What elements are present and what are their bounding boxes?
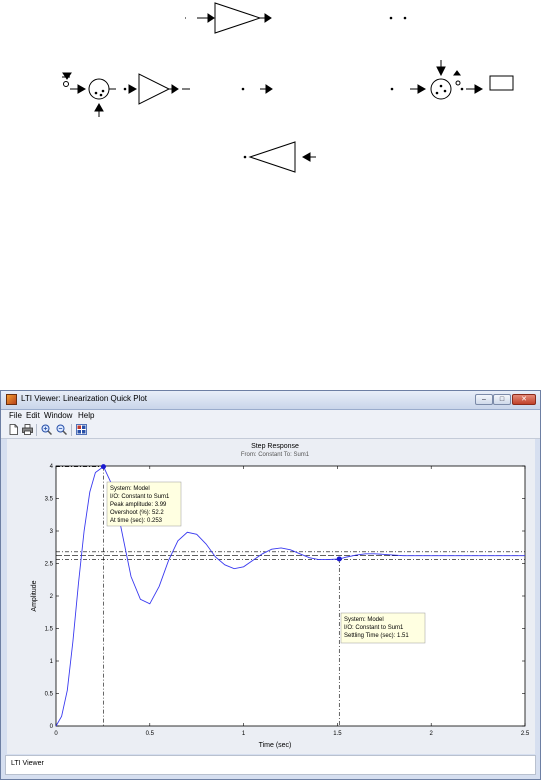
plot-panel: Step Response From: Constant To: Sum1 00… <box>7 439 535 754</box>
menu-bar: File Edit Window Help <box>1 410 540 422</box>
toolbar-separator <box>71 424 72 436</box>
print-icon[interactable] <box>22 424 33 435</box>
x-tick-label: 2.5 <box>521 731 530 737</box>
toolbar <box>1 422 540 439</box>
menu-edit[interactable]: Edit <box>26 411 40 420</box>
scope-block[interactable] <box>489 75 514 91</box>
gain-block-feedback[interactable] <box>248 141 296 173</box>
plot-config-icon[interactable] <box>76 424 87 435</box>
x-tick-label: 1.5 <box>333 731 342 737</box>
matlab-icon <box>6 394 17 405</box>
y-tick-label: 2 <box>50 594 54 600</box>
y-tick-label: 0 <box>50 724 54 730</box>
plot-subtitle: From: Constant To: Sum1 <box>241 452 310 458</box>
y-tick-label: 1.5 <box>45 627 54 633</box>
datatip-peak-overshoot: Overshoot (%): 52.2 <box>110 510 164 516</box>
block-diagram <box>62 2 514 173</box>
datatip-settling-time: Settling Time (sec): 1.51 <box>344 633 409 639</box>
zoom-out-icon[interactable] <box>56 424 67 435</box>
title-bar[interactable]: LTI Viewer: Linearization Quick Plot – □… <box>1 391 540 410</box>
gain-block-mid[interactable] <box>138 73 171 105</box>
toolbar-separator <box>36 424 37 436</box>
menu-window[interactable]: Window <box>44 411 72 420</box>
x-tick-label: 0.5 <box>146 731 155 737</box>
step-response-plot[interactable]: Step Response From: Constant To: Sum1 00… <box>7 439 535 754</box>
y-axis-label: Amplitude <box>31 580 38 611</box>
lti-viewer-window: LTI Viewer: Linearization Quick Plot – □… <box>0 390 541 780</box>
settling-marker <box>336 556 342 562</box>
sum-block-left[interactable] <box>88 78 110 100</box>
datatip-peak-system: System: Model <box>110 486 150 492</box>
maximize-button[interactable]: □ <box>493 394 511 405</box>
datatip-settling-io: I/O: Constant to Sum1 <box>344 625 404 631</box>
sum-block-right[interactable] <box>430 78 452 100</box>
x-tick-label: 1 <box>242 731 246 737</box>
menu-help[interactable]: Help <box>78 411 94 420</box>
datatip-peak-amplitude: Peak amplitude: 3.99 <box>110 502 167 508</box>
zoom-in-icon[interactable] <box>41 424 52 435</box>
close-button[interactable]: ✕ <box>512 394 536 405</box>
datatip-settling-system: System: Model <box>344 617 384 623</box>
y-tick-label: 2.5 <box>45 562 54 568</box>
y-tick-label: 3 <box>50 529 54 535</box>
y-tick-label: 4 <box>50 464 54 470</box>
y-tick-label: 3.5 <box>45 497 54 503</box>
x-tick-label: 2 <box>430 731 434 737</box>
plot-title: Step Response <box>251 443 299 450</box>
peak-marker <box>100 464 106 470</box>
menu-file[interactable]: File <box>9 411 22 420</box>
datatip-peak-time: At time (sec): 0.253 <box>110 518 163 524</box>
y-tick-label: 0.5 <box>45 692 54 698</box>
y-tick-label: 1 <box>50 659 54 665</box>
x-tick-label: 0 <box>54 731 58 737</box>
status-bar: LTI Viewer <box>5 755 536 775</box>
minimize-button[interactable]: – <box>475 394 493 405</box>
window-title: LTI Viewer: Linearization Quick Plot <box>21 394 147 403</box>
x-axis-label: Time (sec) <box>259 742 292 749</box>
datatip-peak-io: I/O: Constant to Sum1 <box>110 494 170 500</box>
status-text: LTI Viewer <box>11 760 44 767</box>
gain-block-top[interactable] <box>214 2 262 34</box>
datatip-settling[interactable]: System: Model I/O: Constant to Sum1 Sett… <box>340 612 426 644</box>
datatip-peak[interactable]: System: Model I/O: Constant to Sum1 Peak… <box>106 481 182 527</box>
new-document-icon[interactable] <box>8 424 19 435</box>
